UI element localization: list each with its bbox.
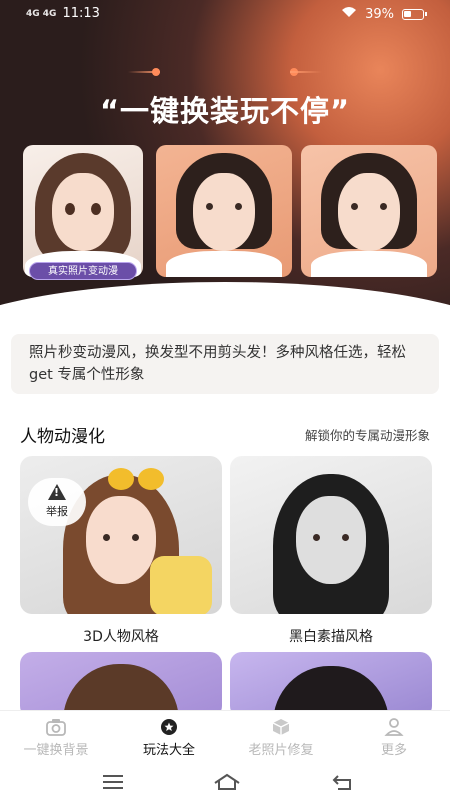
- portrait-eyes: [351, 203, 387, 210]
- hero-curve: [0, 282, 450, 318]
- cube-icon: [270, 717, 292, 737]
- style-card-3[interactable]: [20, 652, 222, 718]
- card-label-3d: 3D人物风格: [83, 629, 159, 645]
- section-subtitle[interactable]: 解锁你的专属动漫形象: [305, 425, 430, 444]
- portrait-face: [338, 173, 400, 251]
- portrait-eyes: [206, 203, 242, 210]
- camera-icon: [45, 717, 67, 737]
- portrait-face: [193, 173, 255, 251]
- battery-percent: 39%: [365, 6, 394, 22]
- report-label: 举报: [46, 505, 68, 518]
- nav-item-photo-restore[interactable]: 老照片修复: [225, 717, 337, 758]
- nav-item-gameplay[interactable]: 玩法大全: [113, 717, 225, 758]
- back-icon[interactable]: [330, 771, 356, 793]
- status-bar: 4G 4G 11:13 39%: [0, 0, 450, 28]
- nav-item-change-background[interactable]: 一键换背景: [0, 717, 112, 758]
- report-button[interactable]: 举报: [28, 478, 86, 526]
- bottom-nav: 一键换背景 玩法大全 老照片修复 更多: [0, 710, 450, 765]
- backpack: [150, 556, 212, 614]
- wifi-icon: [341, 6, 357, 22]
- nav-label: 一键换背景: [23, 743, 89, 758]
- description-box: 照片秒变动漫风，换发型不用剪头发！多种风格任选，轻松 get 专属个性形象: [11, 334, 439, 394]
- anime-photo: [23, 145, 143, 277]
- warning-icon: [48, 484, 66, 500]
- portrait-shirt: [311, 251, 427, 277]
- card-label-sketch: 黑白素描风格: [289, 629, 373, 645]
- portrait-shirt: [166, 251, 282, 277]
- hero-title: “一键换装玩不停”: [99, 94, 351, 128]
- style-card-sketch[interactable]: [230, 456, 432, 614]
- battery-icon: [402, 8, 427, 20]
- menu-icon[interactable]: [100, 771, 126, 793]
- star-icon: [158, 717, 180, 737]
- portrait-photo-1: [156, 145, 292, 277]
- nav-label: 老照片修复: [248, 743, 314, 758]
- nav-label: 玩法大全: [142, 743, 195, 758]
- status-time: 11:13: [62, 6, 100, 21]
- signal-indicator: 4G 4G: [26, 8, 57, 19]
- decor-line-right: [290, 71, 322, 73]
- hero-banner[interactable]: 4G 4G 11:13 39% “一键换装玩不停” 真实照片变动漫: [0, 0, 450, 318]
- system-nav-bar: [0, 765, 450, 800]
- hair-bow: [108, 468, 164, 490]
- decor-dot-left: [152, 68, 160, 76]
- section-title: 人物动漫化: [20, 427, 105, 447]
- feature-badge: 真实照片变动漫: [29, 262, 137, 280]
- person-icon: [383, 717, 405, 737]
- anime-eyes: [65, 203, 101, 215]
- nav-label: 更多: [380, 743, 407, 758]
- card-eyes: [103, 534, 139, 541]
- card-eyes: [313, 534, 349, 541]
- portrait-photo-2: [301, 145, 437, 277]
- nav-item-more[interactable]: 更多: [338, 717, 450, 758]
- home-icon[interactable]: [212, 771, 240, 793]
- style-card-4[interactable]: [230, 652, 432, 718]
